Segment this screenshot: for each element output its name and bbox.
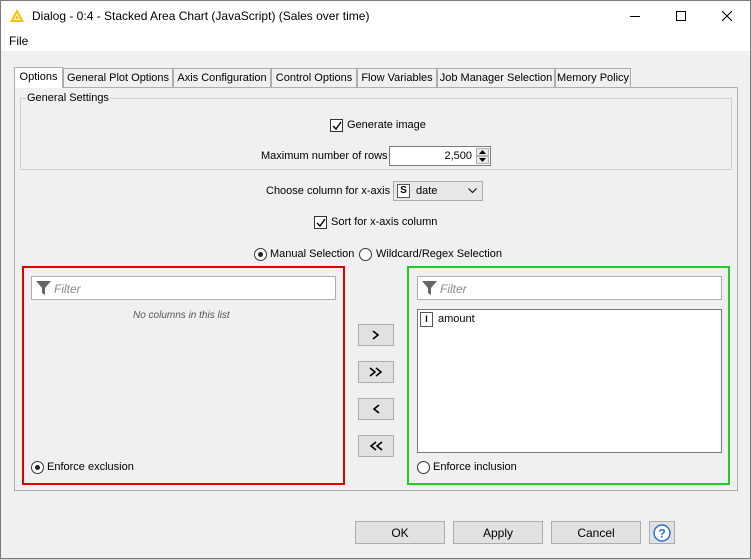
- include-panel: Filter I amount Enforce inclusion: [407, 266, 730, 485]
- tab-flow-variables[interactable]: Flow Variables: [357, 68, 437, 87]
- wildcard-selection-label: Wildcard/Regex Selection: [376, 248, 502, 260]
- integer-type-icon: I: [420, 312, 433, 327]
- tab-general-plot-options[interactable]: General Plot Options: [63, 68, 173, 87]
- spinner-up-icon: [479, 150, 486, 154]
- x-axis-column-combo[interactable]: S date: [393, 181, 483, 201]
- enforce-inclusion-radio[interactable]: [417, 461, 430, 474]
- max-rows-value[interactable]: 2,500: [444, 150, 472, 162]
- max-rows-spinner[interactable]: 2,500: [389, 146, 491, 166]
- sort-x-axis-label: Sort for x-axis column: [331, 216, 438, 228]
- column-name: amount: [438, 313, 475, 325]
- tab-axis-configuration[interactable]: Axis Configuration: [173, 68, 271, 87]
- knime-warning-icon: [10, 9, 24, 22]
- close-icon: [722, 11, 732, 21]
- double-chevron-right-icon: [369, 367, 383, 377]
- exclude-filter-input[interactable]: Filter: [31, 276, 336, 300]
- check-icon: [316, 218, 326, 228]
- spinner-up-button[interactable]: [476, 148, 489, 156]
- sort-x-axis-checkbox[interactable]: [314, 216, 327, 229]
- maximize-icon: [676, 11, 686, 21]
- include-filter-placeholder: Filter: [440, 282, 467, 296]
- window-title: Dialog - 0:4 - Stacked Area Chart (JavaS…: [32, 9, 370, 23]
- title-bar: Dialog - 0:4 - Stacked Area Chart (JavaS…: [1, 1, 750, 31]
- help-icon: ?: [653, 523, 671, 542]
- help-button[interactable]: ?: [649, 521, 675, 544]
- apply-button[interactable]: Apply: [453, 521, 543, 544]
- options-panel: General Settings Generate image Maximum …: [14, 87, 738, 491]
- general-settings-legend: General Settings: [26, 92, 110, 104]
- manual-selection-radio[interactable]: [254, 248, 267, 261]
- dialog-window: Dialog - 0:4 - Stacked Area Chart (JavaS…: [0, 0, 751, 559]
- enforce-inclusion-label: Enforce inclusion: [433, 461, 517, 473]
- minimize-icon: [630, 16, 640, 17]
- check-icon: [332, 121, 342, 131]
- x-axis-column-value: date: [416, 185, 438, 197]
- maximize-button[interactable]: [658, 1, 704, 31]
- wildcard-selection-radio[interactable]: [359, 248, 372, 261]
- enforce-exclusion-radio[interactable]: [31, 461, 44, 474]
- cancel-button[interactable]: Cancel: [551, 521, 641, 544]
- chevron-down-icon: [468, 188, 477, 194]
- chevron-right-icon: [372, 330, 380, 340]
- spinner-down-icon: [479, 158, 486, 162]
- add-all-button[interactable]: [358, 361, 394, 383]
- minimize-button[interactable]: [612, 1, 658, 31]
- max-rows-label: Maximum number of rows: [261, 150, 388, 162]
- manual-selection-label: Manual Selection: [270, 248, 355, 260]
- generate-image-label: Generate image: [347, 119, 426, 131]
- add-button[interactable]: [358, 324, 394, 346]
- exclude-filter-placeholder: Filter: [54, 282, 81, 296]
- string-type-icon: S: [397, 184, 410, 198]
- spinner-down-button[interactable]: [476, 156, 489, 164]
- generate-image-checkbox[interactable]: [330, 119, 343, 132]
- chevron-left-icon: [372, 404, 380, 414]
- filter-icon: [36, 281, 51, 295]
- double-chevron-left-icon: [369, 441, 383, 451]
- remove-button[interactable]: [358, 398, 394, 420]
- tab-memory-policy[interactable]: Memory Policy: [555, 68, 631, 87]
- x-axis-column-label: Choose column for x-axis: [266, 185, 391, 197]
- svg-text:?: ?: [658, 526, 665, 540]
- remove-all-button[interactable]: [358, 435, 394, 457]
- filter-icon: [422, 281, 437, 295]
- tab-control-options[interactable]: Control Options: [271, 68, 357, 87]
- menu-bar: File: [1, 31, 750, 51]
- tab-job-manager-selection[interactable]: Job Manager Selection: [437, 68, 555, 87]
- enforce-exclusion-label: Enforce exclusion: [47, 461, 134, 473]
- menu-file[interactable]: File: [9, 34, 28, 48]
- include-filter-input[interactable]: Filter: [417, 276, 722, 300]
- exclude-panel: Filter No columns in this list Enforce e…: [22, 266, 345, 485]
- close-button[interactable]: [704, 1, 750, 31]
- tab-options[interactable]: Options: [14, 67, 63, 88]
- general-settings-group: General Settings Generate image Maximum …: [20, 92, 732, 170]
- include-list[interactable]: I amount: [417, 309, 722, 453]
- exclude-empty-message: No columns in this list: [133, 310, 230, 321]
- ok-button[interactable]: OK: [355, 521, 445, 544]
